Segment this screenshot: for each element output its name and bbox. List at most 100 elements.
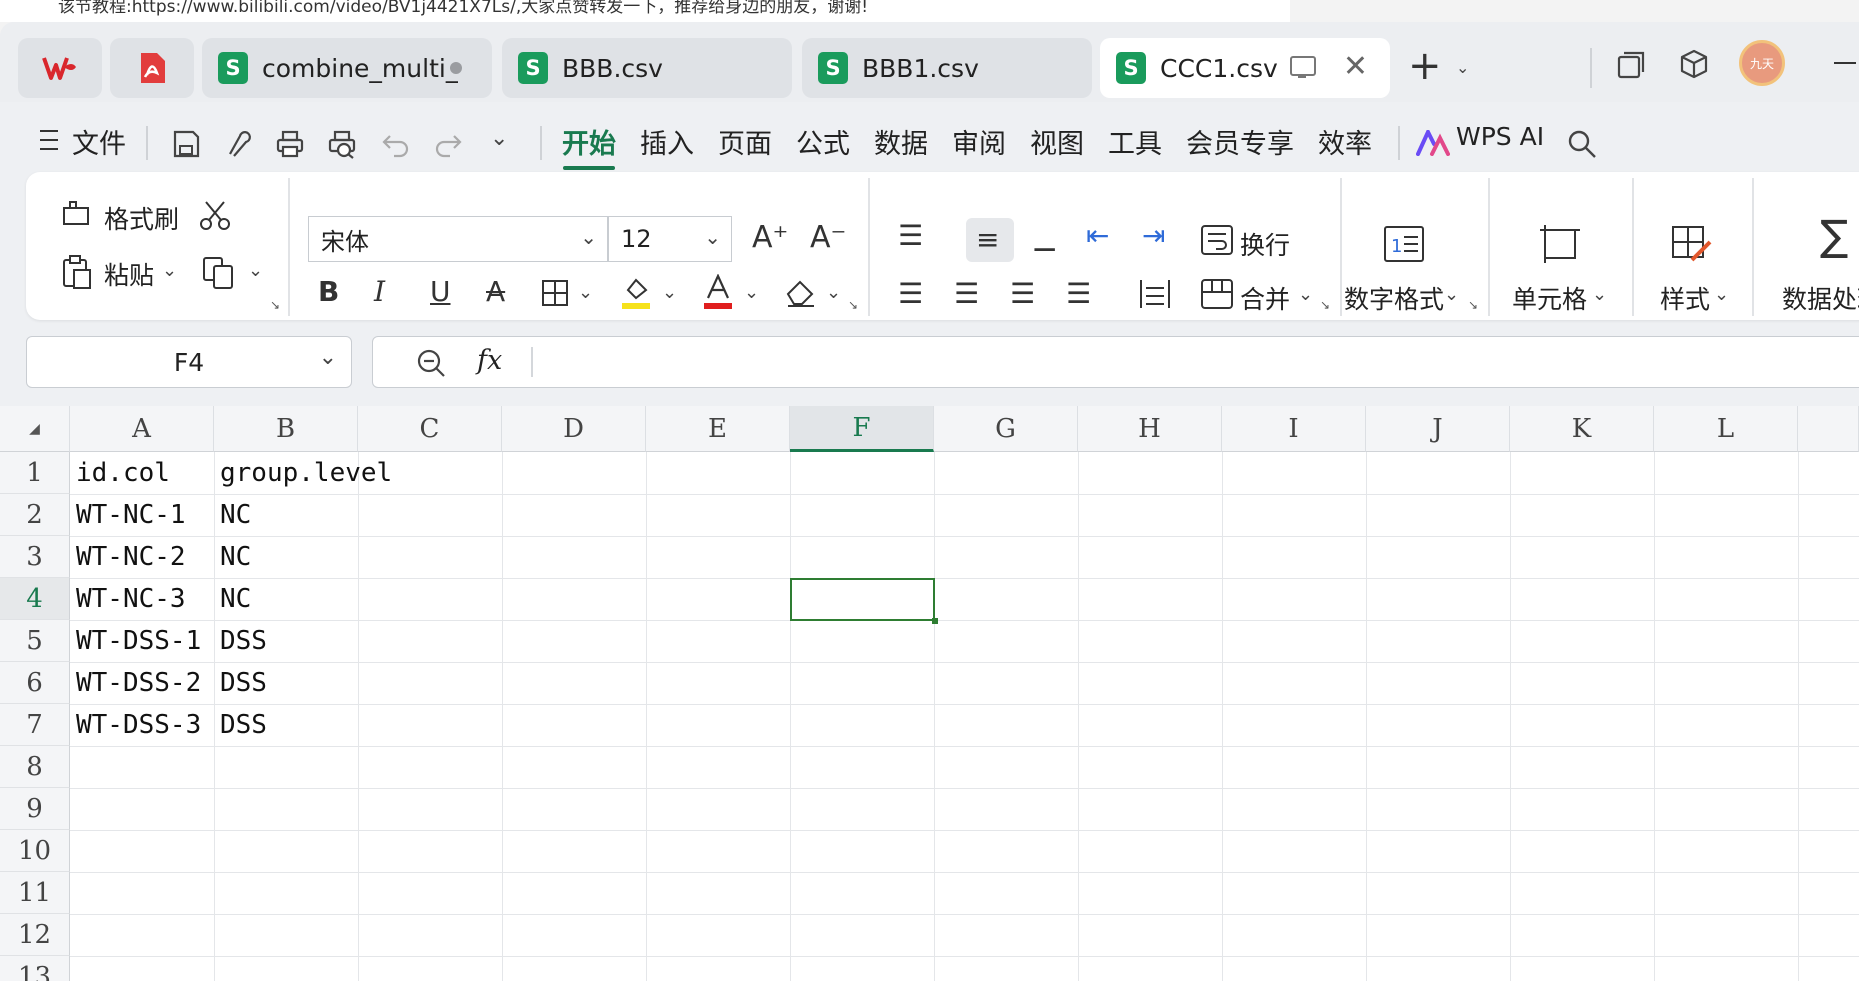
print-icon[interactable] — [274, 128, 306, 160]
increase-indent-icon[interactable]: ⇥ — [1142, 220, 1165, 252]
cell-value[interactable]: NC — [220, 584, 251, 614]
data-process-button[interactable]: 数据处理 — [1782, 280, 1859, 316]
redo-icon[interactable] — [432, 128, 464, 160]
active-cell-selection[interactable] — [790, 578, 938, 624]
chevron-down-icon[interactable]: ⌄ — [662, 282, 677, 303]
row-header[interactable]: 10 — [0, 830, 70, 872]
column-header[interactable]: I — [1222, 406, 1366, 452]
bold-icon[interactable]: B — [318, 276, 339, 308]
tab-view[interactable]: 视图 — [1030, 122, 1084, 161]
row-header[interactable]: 12 — [0, 914, 70, 956]
fx-icon[interactable]: fx — [477, 345, 502, 376]
chevron-down-icon[interactable]: ⌄ — [1298, 284, 1313, 305]
cells-button[interactable]: 单元格 — [1512, 280, 1587, 316]
decrease-indent-icon[interactable]: ⇤ — [1086, 220, 1109, 252]
monitor-icon[interactable] — [1290, 56, 1316, 78]
number-format-button[interactable]: 数字格式 — [1344, 280, 1444, 316]
undo-icon[interactable] — [380, 128, 412, 160]
align-bottom-icon[interactable]: ⚊ — [1032, 226, 1057, 258]
row-header[interactable]: 2 — [0, 494, 70, 536]
row-header[interactable]: 4 — [0, 578, 70, 620]
wrap-text-button[interactable]: 换行 — [1240, 226, 1290, 262]
tab-page[interactable]: 页面 — [718, 122, 772, 161]
wps-home-button[interactable] — [18, 38, 102, 98]
styles-button[interactable]: 样式 — [1660, 280, 1710, 316]
column-header[interactable]: A — [70, 406, 214, 452]
avatar[interactable]: 九天 — [1739, 40, 1785, 86]
row-header[interactable]: 8 — [0, 746, 70, 788]
column-header[interactable]: E — [646, 406, 790, 452]
font-name-select[interactable]: 宋体 ⌄ — [308, 216, 608, 262]
italic-icon[interactable]: I — [374, 276, 385, 308]
formula-bar[interactable]: fx — [372, 336, 1859, 388]
cell-value[interactable]: NC — [220, 500, 251, 530]
chevron-down-icon[interactable]: ⌄ — [1592, 284, 1607, 305]
print-preview-icon[interactable] — [326, 128, 358, 160]
align-left-icon[interactable]: ☰ — [898, 278, 923, 310]
row-header[interactable]: 3 — [0, 536, 70, 578]
merge-cells-button[interactable]: 合并 — [1240, 280, 1290, 316]
copy-icon[interactable] — [202, 256, 238, 290]
row-header[interactable]: 13 — [0, 956, 70, 981]
expand-corner-icon[interactable]: ↘ — [848, 298, 858, 312]
align-right-icon[interactable]: ☰ — [1010, 278, 1035, 310]
underline-icon[interactable]: U — [430, 276, 451, 308]
chevron-down-icon[interactable]: ⌄ — [578, 282, 593, 303]
format-painter-button[interactable]: 格式刷 — [104, 200, 179, 236]
chevron-down-icon[interactable]: ⌄ — [1444, 284, 1459, 305]
strikethrough-icon[interactable]: A — [486, 276, 505, 308]
column-header[interactable]: B — [214, 406, 358, 452]
expand-corner-icon[interactable]: ↘ — [270, 298, 280, 312]
chevron-down-icon[interactable]: ⌄ — [744, 282, 759, 303]
cell-value[interactable]: WT-DSS-1 — [76, 626, 201, 656]
align-top-icon[interactable]: ☰ — [898, 220, 923, 252]
column-header[interactable]: L — [1654, 406, 1798, 452]
tab-insert[interactable]: 插入 — [640, 122, 694, 161]
chevron-down-icon[interactable]: ⌄ — [162, 260, 177, 281]
font-color-icon[interactable] — [702, 274, 734, 310]
tab-member[interactable]: 会员专享 — [1186, 122, 1294, 161]
row-header[interactable]: 5 — [0, 620, 70, 662]
increase-font-icon[interactable]: A⁺ — [752, 222, 788, 254]
cell-value[interactable]: WT-DSS-2 — [76, 668, 201, 698]
tab-bbb1[interactable]: S BBB1.csv — [802, 38, 1092, 98]
cell-value[interactable]: WT-DSS-3 — [76, 710, 201, 740]
save-icon[interactable] — [170, 128, 202, 160]
name-box[interactable]: F4 ⌄ — [26, 336, 352, 388]
minimize-icon[interactable] — [1834, 62, 1856, 64]
column-header[interactable]: C — [358, 406, 502, 452]
cut-icon[interactable] — [198, 200, 232, 232]
column-header[interactable]: D — [502, 406, 646, 452]
chevron-down-icon[interactable]: ⌄ — [1456, 58, 1469, 77]
pdf-app-button[interactable] — [110, 38, 194, 98]
cell-value[interactable]: WT-NC-3 — [76, 584, 186, 614]
decrease-font-icon[interactable]: A⁻ — [810, 222, 846, 254]
paste-button[interactable]: 粘贴 — [104, 256, 154, 292]
cell-value[interactable]: WT-NC-1 — [76, 500, 186, 530]
tab-data[interactable]: 数据 — [874, 122, 928, 161]
row-header[interactable]: 7 — [0, 704, 70, 746]
clear-format-icon[interactable] — [784, 276, 818, 308]
row-header[interactable]: 9 — [0, 788, 70, 830]
expand-corner-icon[interactable]: ↘ — [1468, 298, 1478, 312]
new-tab-icon[interactable]: + — [1408, 44, 1442, 88]
cell-value[interactable]: group.level — [220, 458, 392, 488]
tab-tools[interactable]: 工具 — [1108, 122, 1162, 161]
tab-review[interactable]: 审阅 — [952, 122, 1006, 161]
cell-value[interactable]: DSS — [220, 626, 267, 656]
cube-icon[interactable] — [1678, 48, 1710, 80]
column-header[interactable]: G — [934, 406, 1078, 452]
format-brush-icon[interactable] — [222, 128, 254, 160]
search-icon[interactable] — [1566, 128, 1598, 160]
cell-value[interactable]: DSS — [220, 710, 267, 740]
chevron-down-icon[interactable]: ⌄ — [826, 282, 841, 303]
font-size-select[interactable]: 12 ⌄ — [608, 216, 732, 262]
distributed-align-icon[interactable] — [1138, 278, 1172, 310]
close-icon[interactable]: ✕ — [1343, 50, 1368, 84]
cell-value[interactable]: id.col — [76, 458, 170, 488]
chevron-down-icon[interactable]: ⌄ — [248, 260, 263, 281]
hamburger-icon[interactable] — [40, 130, 58, 150]
window-switch-icon[interactable] — [1616, 50, 1646, 80]
cell-value[interactable]: WT-NC-2 — [76, 542, 186, 572]
align-middle-icon[interactable]: ≡ — [976, 224, 999, 256]
